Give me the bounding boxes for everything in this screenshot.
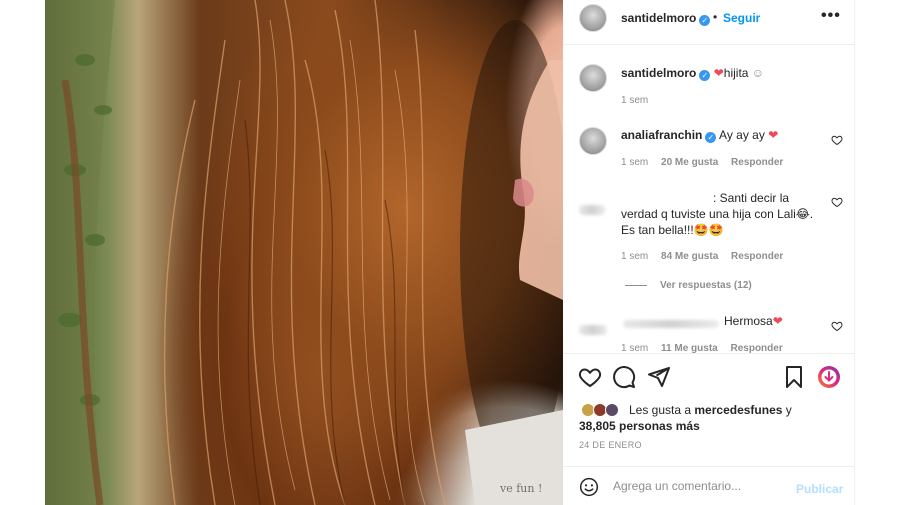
comment-body-line3: Es tan bella!!!🤩🤩: [621, 223, 724, 237]
view-replies-line: [625, 285, 647, 286]
like-comment-heart-icon[interactable]: [831, 320, 843, 332]
comment-username-obscured[interactable]: [623, 320, 719, 328]
comment-likes[interactable]: 11 Me gusta: [661, 343, 718, 353]
likes-count[interactable]: 38,805 personas más: [579, 418, 700, 434]
share-icon[interactable]: [647, 365, 671, 389]
comment-2-text: : Santi decir la verdad q tuviste una hi…: [621, 190, 826, 238]
comment-body: Hermosa: [724, 314, 773, 328]
heart-icon[interactable]: [578, 365, 602, 389]
author-avatar[interactable]: [579, 4, 607, 32]
heart-emoji: ❤: [772, 314, 783, 328]
author-username-text[interactable]: santidelmoro: [621, 11, 696, 25]
publish-button[interactable]: Publicar: [796, 482, 843, 496]
extension-badge-icon[interactable]: [817, 365, 841, 389]
caption-time[interactable]: 1 sem: [621, 95, 648, 106]
comment-body-line2: verdad q tuviste una hija con Lali😂.: [621, 207, 814, 221]
like-comment-heart-icon[interactable]: [831, 134, 843, 146]
liker-avatar[interactable]: [605, 403, 619, 417]
reply-button[interactable]: Responder: [731, 251, 783, 262]
add-comment-bar: Publicar: [563, 466, 855, 505]
action-bar: [563, 353, 855, 399]
caption-text: santidelmoro ✓ ❤hijita ☺: [621, 65, 764, 81]
follow-button[interactable]: Seguir: [723, 11, 760, 25]
author-username[interactable]: santidelmoro ✓: [621, 11, 711, 26]
comment-time[interactable]: 1 sem: [621, 251, 648, 262]
likes-connector: y: [785, 403, 792, 417]
svg-text:ve fun !: ve fun !: [499, 482, 542, 495]
instagram-post-viewer: ve fun ! santidelmoro ✓ • Seguir ••• san…: [0, 0, 900, 505]
comment-3-meta: 1 sem 11 Me gusta Responder: [621, 343, 793, 353]
comment-avatar-obscured[interactable]: [579, 325, 607, 335]
page-margin-right: [856, 0, 900, 505]
comment-avatar-obscured[interactable]: [579, 205, 605, 215]
comment-1-meta: 1 sem 20 Me gusta Responder: [621, 157, 793, 168]
comment-2-meta: 1 sem 84 Me gusta Responder: [621, 251, 793, 262]
likes-user[interactable]: mercedesfunes: [694, 403, 782, 417]
likes-prefix: Les gusta a: [629, 403, 692, 417]
post-side-panel: santidelmoro ✓ • Seguir ••• santidelmoro ✓…: [563, 0, 855, 505]
likes-count-text[interactable]: 38,805 personas más: [579, 419, 700, 433]
comment-username[interactable]: analiafranchin: [621, 128, 702, 142]
heart-emoji: ❤: [713, 66, 724, 80]
like-comment-heart-icon[interactable]: [831, 196, 843, 208]
reply-button[interactable]: Responder: [731, 157, 783, 168]
caption-username[interactable]: santidelmoro: [621, 66, 696, 80]
post-date[interactable]: 24 DE ENERO: [579, 440, 642, 450]
more-options-button[interactable]: •••: [821, 7, 841, 25]
caption-avatar[interactable]: [579, 64, 607, 92]
comment-likes[interactable]: 20 Me gusta: [661, 157, 718, 168]
likes-summary: Les gusta a mercedesfunes y: [629, 402, 839, 418]
bookmark-icon[interactable]: [782, 365, 806, 389]
post-photo[interactable]: ve fun !: [45, 0, 563, 505]
verified-icon: ✓: [699, 15, 711, 26]
caption-meta: 1 sem: [621, 95, 658, 106]
heart-emoji: ❤: [768, 128, 779, 142]
comment-avatar[interactable]: [579, 127, 607, 155]
emoji-icon[interactable]: [579, 477, 599, 497]
comment-1-text: analiafranchin ✓ Ay ay ay ❤: [621, 127, 778, 143]
view-replies-button[interactable]: Ver respuestas (12): [660, 280, 752, 291]
post-header: santidelmoro ✓ • Seguir •••: [563, 0, 855, 45]
reply-button[interactable]: Responder: [731, 343, 783, 353]
comment-body-line1: : Santi decir la: [713, 191, 790, 205]
comment-likes[interactable]: 84 Me gusta: [661, 251, 718, 262]
verified-icon: ✓: [699, 70, 711, 81]
comment-3-text: Hermosa❤: [724, 313, 783, 329]
caption-body: hijita: [723, 66, 749, 80]
comment-time[interactable]: 1 sem: [621, 343, 648, 353]
hair-strands: ve fun !: [45, 0, 563, 505]
comment-body: Ay ay ay: [719, 128, 765, 142]
comment-input[interactable]: [613, 476, 783, 496]
separator-dot: •: [713, 10, 718, 24]
comment-time[interactable]: 1 sem: [621, 157, 648, 168]
smile-emoji: ☺: [751, 66, 765, 80]
comment-icon[interactable]: [612, 365, 636, 389]
verified-icon: ✓: [705, 132, 717, 143]
